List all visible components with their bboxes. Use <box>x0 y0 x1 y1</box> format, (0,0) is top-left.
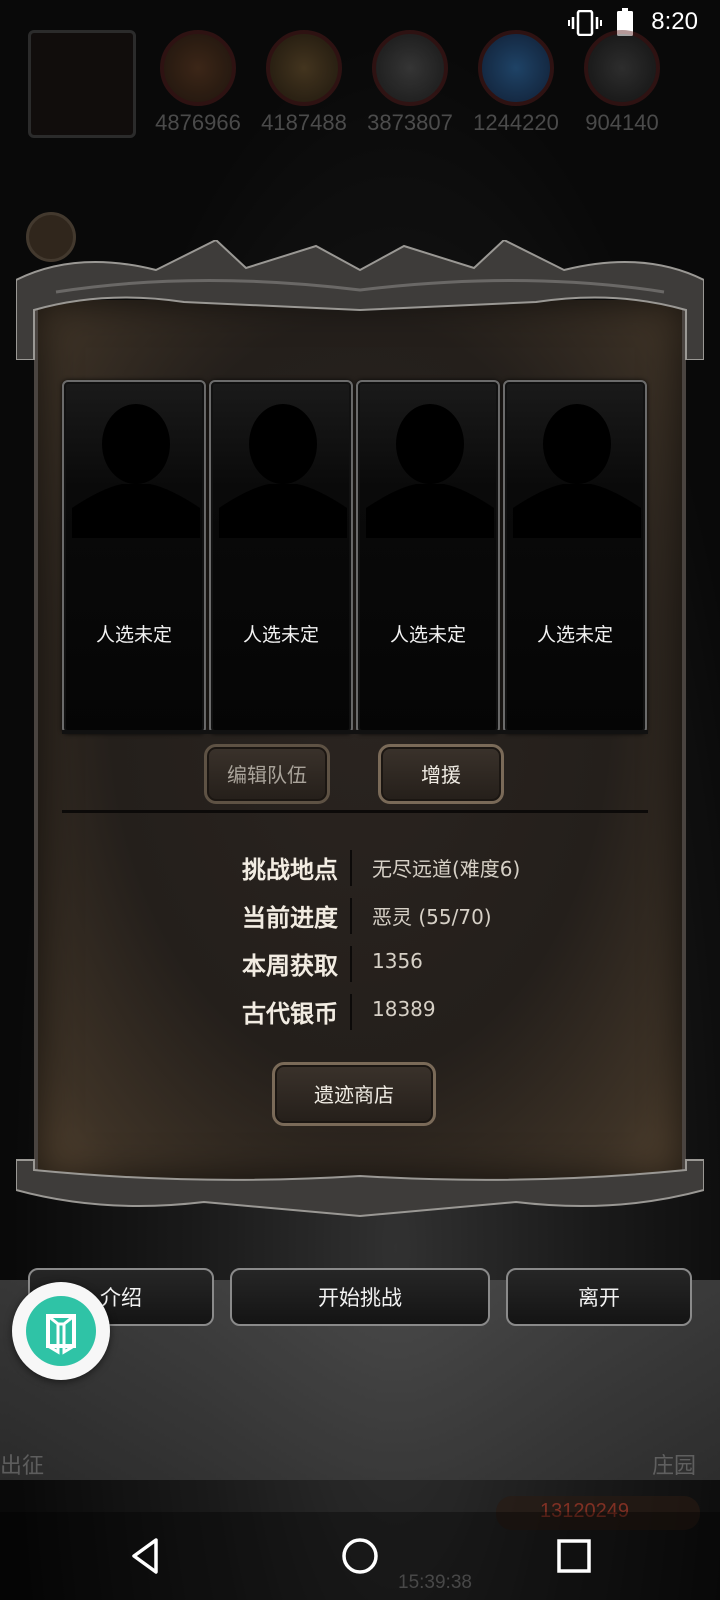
info-separator <box>350 898 352 934</box>
resource-bar: 4876966 4187488 3873807 1244220 904140 <box>28 30 688 140</box>
team-slot[interactable]: 人选未定 <box>209 380 353 734</box>
wood-orb-icon <box>266 30 342 106</box>
leave-button[interactable]: 离开 <box>506 1268 692 1326</box>
hero-portrait[interactable] <box>28 30 136 138</box>
start-challenge-button[interactable]: 开始挑战 <box>230 1268 490 1326</box>
expedition-label: 出征 <box>0 1454 45 1479</box>
team-slots: 人选未定 人选未定 人选未定 人选未定 <box>62 380 648 736</box>
info-value: 恶灵 (55/70) <box>372 905 492 929</box>
info-row-progress: 当前进度 恶灵 (55/70) <box>62 898 648 938</box>
back-icon[interactable] <box>124 1534 168 1578</box>
info-label: 古代银币 <box>242 1000 338 1028</box>
silhouette-icon <box>513 404 641 538</box>
resource-ore[interactable]: 4876966 <box>148 30 248 136</box>
slot-label: 人选未定 <box>242 624 319 646</box>
info-label: 本周获取 <box>242 952 338 980</box>
resource-value: 3873807 <box>367 110 453 135</box>
slot-label: 人选未定 <box>536 624 613 646</box>
slot-label: 人选未定 <box>389 624 466 646</box>
resource-wood[interactable]: 4187488 <box>254 30 354 136</box>
info-value: 无尽远道(难度6) <box>372 857 521 881</box>
slot-label: 人选未定 <box>95 624 172 646</box>
resource-value: 4876966 <box>155 110 241 135</box>
resource-value: 904140 <box>585 110 659 135</box>
ore-orb-icon <box>160 30 236 106</box>
recents-icon[interactable] <box>552 1534 596 1578</box>
info-row-location: 挑战地点 无尽远道(难度6) <box>62 850 648 890</box>
background-labels: 出征 庄园 <box>0 1448 720 1488</box>
silhouette-icon <box>219 404 347 538</box>
resource-iron[interactable]: 3873807 <box>360 30 460 136</box>
silhouette-icon <box>366 404 494 538</box>
resource-steel[interactable]: 904140 <box>572 30 672 136</box>
team-slot[interactable]: 人选未定 <box>503 380 647 734</box>
iron-orb-icon <box>372 30 448 106</box>
system-nav-bar <box>0 1512 720 1600</box>
team-slot[interactable]: 人选未定 <box>62 380 206 734</box>
steel-orb-icon <box>584 30 660 106</box>
info-label: 当前进度 <box>242 904 338 932</box>
info-separator <box>350 994 352 1030</box>
info-row-coins: 古代银币 18389 <box>62 994 648 1034</box>
cube-icon <box>26 1296 96 1366</box>
floating-assistant-button[interactable] <box>12 1282 110 1380</box>
resource-crystal[interactable]: 1244220 <box>466 30 566 136</box>
section-divider <box>62 810 648 813</box>
relic-shop-button[interactable]: 遗迹商店 <box>272 1062 436 1126</box>
reinforce-button[interactable]: 增援 <box>378 744 504 804</box>
edit-team-button[interactable]: 编辑队伍 <box>204 744 330 804</box>
team-slot[interactable]: 人选未定 <box>356 380 500 734</box>
silhouette-icon <box>72 404 200 538</box>
info-separator <box>350 946 352 982</box>
challenge-dialog: 人选未定 人选未定 人选未定 人选未定 编辑队伍 增援 挑战地点 无尽远道(难度… <box>16 240 704 1220</box>
home-icon[interactable] <box>338 1534 382 1578</box>
resource-value: 4187488 <box>261 110 347 135</box>
slot-base-line <box>62 730 648 734</box>
ornate-frame-top <box>16 240 704 360</box>
info-separator <box>350 850 352 886</box>
info-value: 1356 <box>372 949 423 973</box>
info-value: 18389 <box>372 997 436 1021</box>
manor-label: 庄园 <box>651 1454 696 1479</box>
ornate-frame-bottom <box>16 1159 704 1218</box>
crystal-orb-icon <box>478 30 554 106</box>
resource-value: 1244220 <box>473 110 559 135</box>
info-row-weekly: 本周获取 1356 <box>62 946 648 986</box>
info-label: 挑战地点 <box>242 856 338 884</box>
